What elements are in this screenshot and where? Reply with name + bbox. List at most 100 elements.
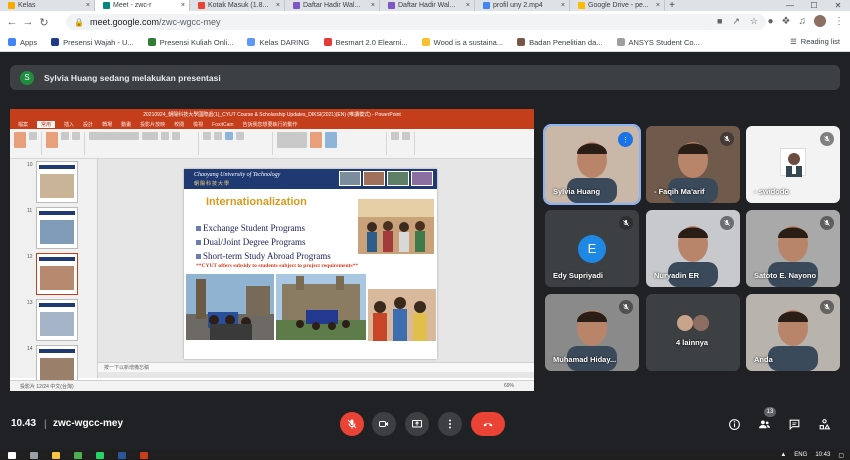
search-icon[interactable] bbox=[30, 451, 38, 459]
tab-close-icon[interactable]: × bbox=[371, 2, 375, 9]
ribbon-drawing bbox=[277, 132, 387, 155]
ribbon-tab[interactable]: 常用 bbox=[37, 121, 56, 128]
new-tab-icon[interactable]: + bbox=[665, 0, 679, 11]
bookmark-star-icon[interactable]: ☆ bbox=[750, 16, 758, 27]
bookmark-item[interactable]: Badan Penelitian da... bbox=[517, 38, 603, 47]
participant-tile[interactable]: Muhamad Hiday... bbox=[545, 294, 639, 371]
activities-button[interactable] bbox=[816, 416, 832, 432]
tab-close-icon[interactable]: × bbox=[466, 2, 470, 9]
menu-dots-icon[interactable]: ⋮ bbox=[834, 16, 844, 27]
ribbon-tab[interactable]: FoxitCam bbox=[212, 122, 233, 128]
participant-tile[interactable]: - Faqih Ma'arif bbox=[646, 126, 740, 203]
ribbon-tab[interactable]: 轉場 bbox=[102, 121, 112, 128]
tab-close-icon[interactable]: × bbox=[276, 2, 280, 9]
reload-icon[interactable]: ↻ bbox=[36, 16, 52, 29]
slide-bullet: Dual/Joint Degree Programs bbox=[196, 235, 331, 249]
bookmark-item[interactable]: Wood is a sustaina... bbox=[421, 38, 503, 47]
ribbon-tab[interactable]: 校閱 bbox=[174, 121, 184, 128]
browser-tab[interactable]: Meet - zwc-r × bbox=[95, 0, 190, 11]
word-icon[interactable] bbox=[118, 451, 126, 459]
browser-tab[interactable]: Daftar Hadir Wal... × bbox=[380, 0, 475, 11]
participant-tile[interactable]: 4 lainnya bbox=[646, 294, 740, 371]
browser-tab[interactable]: Google Drive - pe... × bbox=[570, 0, 665, 11]
taskbar-clock[interactable]: 10:43 bbox=[815, 452, 830, 458]
slide-thumbnail[interactable]: 11 bbox=[27, 207, 78, 249]
file-explorer-icon[interactable] bbox=[52, 451, 60, 459]
tab-close-icon[interactable]: × bbox=[86, 2, 90, 9]
share-icon[interactable]: ↗ bbox=[732, 16, 740, 27]
ribbon-tab[interactable]: 檢視 bbox=[193, 121, 203, 128]
mic-off-icon bbox=[623, 220, 629, 226]
url-input[interactable]: 🔒 meet.google.com/zwc-wgcc-mey ■ ↗ ☆ bbox=[66, 14, 766, 30]
slide-thumbnail[interactable]: 13 bbox=[27, 299, 78, 341]
ribbon-tab[interactable]: 檔案 bbox=[18, 121, 28, 128]
participant-avatar: E bbox=[578, 235, 606, 263]
camera-toggle-button[interactable] bbox=[372, 412, 396, 436]
powerpoint-ribbon bbox=[10, 129, 534, 159]
tab-close-icon[interactable]: × bbox=[181, 2, 185, 9]
powerpoint-taskbar-icon[interactable] bbox=[140, 451, 148, 459]
new-slide-icon bbox=[46, 132, 58, 148]
ribbon-tab[interactable]: 插入 bbox=[64, 121, 74, 128]
system-tray-icon[interactable]: ▲ bbox=[780, 452, 786, 458]
slide-footnote: **CYUT offers subsidy to students subjec… bbox=[196, 263, 359, 269]
puzzle-icon[interactable]: ❖ bbox=[782, 16, 791, 27]
participant-tile[interactable]: Sylvia Huang ⋮ bbox=[543, 124, 641, 205]
participant-tile[interactable]: Nuryadin ER bbox=[646, 210, 740, 287]
current-slide: Chaoyang University of Technology 朝陽科技大學… bbox=[184, 169, 437, 359]
bookmark-item[interactable]: Presensi Kuliah Onli... bbox=[147, 38, 233, 47]
mic-toggle-button[interactable] bbox=[340, 412, 364, 436]
minimize-icon[interactable]: — bbox=[778, 0, 802, 11]
back-icon[interactable]: ← bbox=[4, 16, 20, 28]
more-options-button[interactable] bbox=[438, 412, 462, 436]
bookmark-item[interactable]: Presensi Wajah - U... bbox=[51, 38, 134, 47]
browser-tab[interactable]: profil uny 2.mp4 × bbox=[475, 0, 570, 11]
tab-close-icon[interactable]: × bbox=[561, 2, 565, 9]
tab-title: Daftar Hadir Wal... bbox=[398, 2, 456, 9]
participant-tile[interactable]: E Edy Supriyadi bbox=[545, 210, 639, 287]
address-bar: ← → ↻ 🔒 meet.google.com/zwc-wgcc-mey ■ ↗… bbox=[0, 11, 850, 33]
extension-icon[interactable]: ● bbox=[767, 16, 773, 27]
ribbon-tab[interactable]: 動畫 bbox=[121, 121, 131, 128]
camera-status-icon[interactable]: ■ bbox=[717, 16, 722, 27]
numbering-icon bbox=[214, 132, 222, 140]
reading-list-button[interactable]: ☰ Reading list bbox=[790, 37, 840, 46]
whatsapp-icon[interactable] bbox=[96, 451, 104, 459]
ribbon-tab[interactable]: 設計 bbox=[83, 121, 93, 128]
bookmark-item[interactable]: Kelas DARING bbox=[247, 38, 310, 47]
forward-icon[interactable]: → bbox=[20, 16, 36, 28]
language-indicator[interactable]: ENG bbox=[794, 452, 807, 458]
chat-button[interactable] bbox=[786, 416, 802, 432]
bookmark-item[interactable]: Besmart 2.0 Elearni... bbox=[323, 38, 408, 47]
slide-thumbnail[interactable]: 10 bbox=[27, 161, 78, 203]
browser-tab[interactable]: Daftar Hadir Wal... × bbox=[285, 0, 380, 11]
windows-start-icon[interactable] bbox=[8, 451, 16, 459]
bookmark-item[interactable]: ANSYS Student Co... bbox=[616, 38, 700, 47]
meeting-details-button[interactable] bbox=[726, 416, 742, 432]
chrome-taskbar-icon[interactable] bbox=[74, 451, 82, 459]
leave-call-button[interactable] bbox=[471, 412, 505, 436]
people-button[interactable] bbox=[756, 416, 772, 432]
notes-pane[interactable]: 按一下以新增備忘稿 bbox=[98, 362, 534, 372]
close-window-icon[interactable]: ✕ bbox=[826, 0, 850, 11]
participant-tile[interactable]: Anda bbox=[746, 294, 840, 371]
present-button[interactable] bbox=[405, 412, 429, 436]
people-icon bbox=[758, 419, 770, 428]
media-icon[interactable]: ♫ bbox=[799, 16, 807, 27]
avatar[interactable] bbox=[814, 15, 826, 27]
ribbon-tab[interactable]: 告訴我您想要執行的動作 bbox=[243, 121, 298, 128]
bookmark-item[interactable]: Apps bbox=[8, 38, 37, 47]
tab-favicon-icon bbox=[198, 2, 205, 9]
participant-tile[interactable]: - swidodo bbox=[746, 126, 840, 203]
tab-close-icon[interactable]: × bbox=[656, 2, 660, 9]
zoom-level[interactable]: 69% bbox=[504, 383, 514, 389]
participant-tile[interactable]: Satoto E. Nayono bbox=[746, 210, 840, 287]
browser-tab[interactable]: Kotak Masuk (1.8... × bbox=[190, 0, 285, 11]
maximize-icon[interactable]: ☐ bbox=[802, 0, 826, 11]
notification-icon[interactable]: ▢ bbox=[838, 452, 844, 459]
browser-tab[interactable]: Kelas × bbox=[0, 0, 95, 11]
ribbon-tab[interactable]: 投影片放映 bbox=[140, 121, 165, 128]
tab-favicon-icon bbox=[8, 2, 15, 9]
slide-thumbnail[interactable]: 12 bbox=[27, 253, 78, 295]
presentation-screen[interactable]: 20210924_朝陽科技大學國際處(1)_CYUT Course & Scho… bbox=[10, 109, 534, 391]
